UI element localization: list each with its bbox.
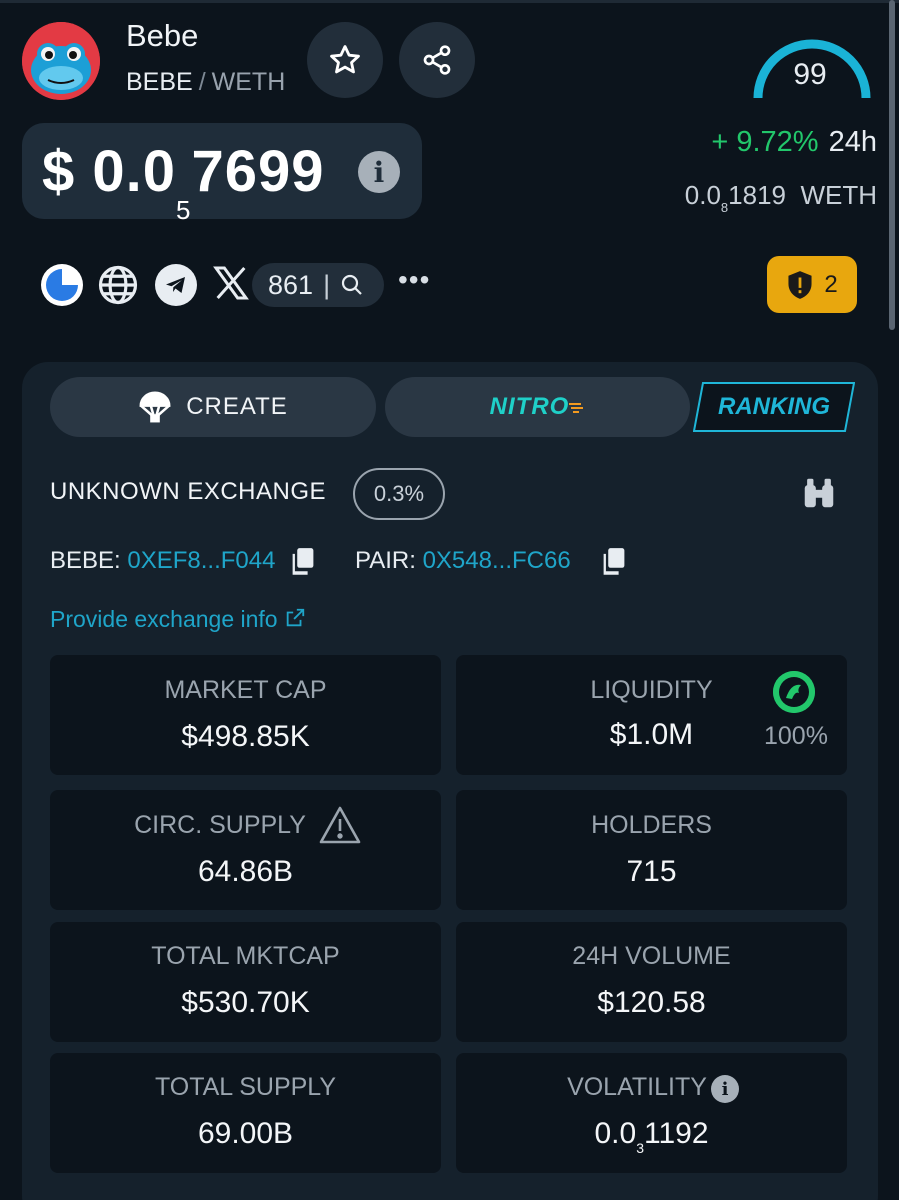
uniswap-icon <box>773 671 815 713</box>
x-mention-count: 861 <box>268 269 314 300</box>
score-value: 99 <box>793 58 827 91</box>
tab-create-label: CREATE <box>186 393 288 420</box>
tab-create[interactable]: CREATE <box>50 377 376 437</box>
token-name: Bebe <box>126 18 199 53</box>
provide-exchange-info-label: Provide exchange info <box>50 606 278 632</box>
fee-badge: 0.3% <box>353 468 445 520</box>
top-border <box>0 0 899 3</box>
usd-price: $ 0.057699 <box>42 138 325 226</box>
total-mktcap-value: $530.70K <box>181 986 310 1019</box>
search-icon <box>341 274 362 295</box>
share-icon <box>423 45 451 75</box>
warning-icon[interactable] <box>318 805 362 845</box>
volatility-value-zero-count: 3 <box>636 1140 644 1156</box>
x-icon[interactable] <box>210 262 252 304</box>
pair-address[interactable]: 0X548...FC66 <box>423 547 571 574</box>
provide-exchange-info-link[interactable]: Provide exchange info <box>50 606 306 633</box>
weth-price: 0.081819 WETH <box>685 180 877 215</box>
liquidity-locked-pct: 100% <box>764 722 828 750</box>
change-value: + 9.72% <box>711 126 819 158</box>
favorite-button[interactable] <box>307 22 383 98</box>
website-icon[interactable] <box>41 264 83 306</box>
token-symbol: BEBE <box>126 68 193 96</box>
scrollbar-thumb[interactable] <box>889 0 895 330</box>
usd-price-digits: 7699 <box>191 139 325 204</box>
token-address-label: BEBE: <box>50 547 121 574</box>
audit-warnings-badge[interactable]: 2 <box>767 256 857 313</box>
info-icon[interactable]: i <box>711 1075 739 1103</box>
token-avatar <box>22 22 100 100</box>
copy-icon[interactable] <box>289 547 317 577</box>
flame-icon <box>569 403 584 413</box>
weth-price-digits: 1819 <box>728 180 786 210</box>
change-period: 24h <box>828 126 877 158</box>
audit-count: 2 <box>824 270 838 298</box>
external-link-icon <box>286 608 305 627</box>
volatility-value: 0.031192 <box>456 1117 847 1156</box>
total-supply-label: TOTAL SUPPLY <box>154 1073 337 1101</box>
pair-address-label: PAIR: <box>355 547 416 574</box>
volume-24h-card <box>456 922 847 1042</box>
shield-alert-icon <box>788 270 812 299</box>
total-mktcap-card <box>50 922 441 1042</box>
parachute-icon <box>139 391 171 423</box>
pair-separator: / <box>198 68 206 96</box>
copy-icon[interactable] <box>600 547 628 577</box>
circ-supply-value: 64.86B <box>197 855 294 888</box>
exchange-name: UNKNOWN EXCHANGE <box>50 478 327 505</box>
info-icon[interactable]: i <box>358 151 400 193</box>
weth-unit: WETH <box>800 180 877 210</box>
share-button[interactable] <box>399 22 475 98</box>
market-cap-value: $498.85K <box>181 720 310 753</box>
volatility-label: VOLATILITY <box>567 1073 707 1101</box>
total-supply-card <box>50 1053 441 1173</box>
pair-address-row: PAIR: 0X548...FC66 <box>355 547 571 575</box>
token-address[interactable]: 0XEF8...F044 <box>127 547 275 574</box>
volume-24h-value: $120.58 <box>597 986 706 1019</box>
binoculars-icon[interactable] <box>800 474 838 512</box>
globe-icon[interactable] <box>97 264 139 306</box>
usd-price-zero-count: 5 <box>176 195 192 225</box>
volume-24h-label: 24H VOLUME <box>572 942 731 970</box>
usd-price-prefix: $ 0.0 <box>42 139 176 204</box>
token-address-row: BEBE: 0XEF8...F044 <box>50 547 275 575</box>
market-cap-label: MARKET CAP <box>164 676 327 704</box>
holders-card <box>456 790 847 910</box>
total-supply-value: 69.00B <box>197 1117 294 1150</box>
pair-label: BEBE / WETH <box>126 68 285 97</box>
more-links-button[interactable]: ••• <box>398 264 430 296</box>
star-icon <box>330 45 360 74</box>
x-search-separator: | <box>323 269 331 300</box>
x-mentions-search[interactable]: 861 | <box>252 263 384 307</box>
price-change: + 9.72% 24h <box>711 126 877 159</box>
tab-nitro-label: NITRO <box>489 393 570 420</box>
tab-ranking[interactable]: RANKING <box>693 382 855 432</box>
quote-symbol: WETH <box>211 68 286 96</box>
circ-supply-card <box>50 790 441 910</box>
weth-price-prefix: 0.0 <box>684 180 721 210</box>
volatility-value-digits: 1192 <box>644 1117 709 1150</box>
telegram-icon[interactable] <box>155 264 197 306</box>
holders-label: HOLDERS <box>591 811 712 839</box>
market-cap-card <box>50 655 441 775</box>
volatility-value-prefix: 0.0 <box>594 1117 637 1150</box>
total-mktcap-label: TOTAL MKTCAP <box>151 942 340 970</box>
tab-nitro[interactable]: NITRO <box>385 377 690 437</box>
holders-value: 715 <box>626 855 677 888</box>
